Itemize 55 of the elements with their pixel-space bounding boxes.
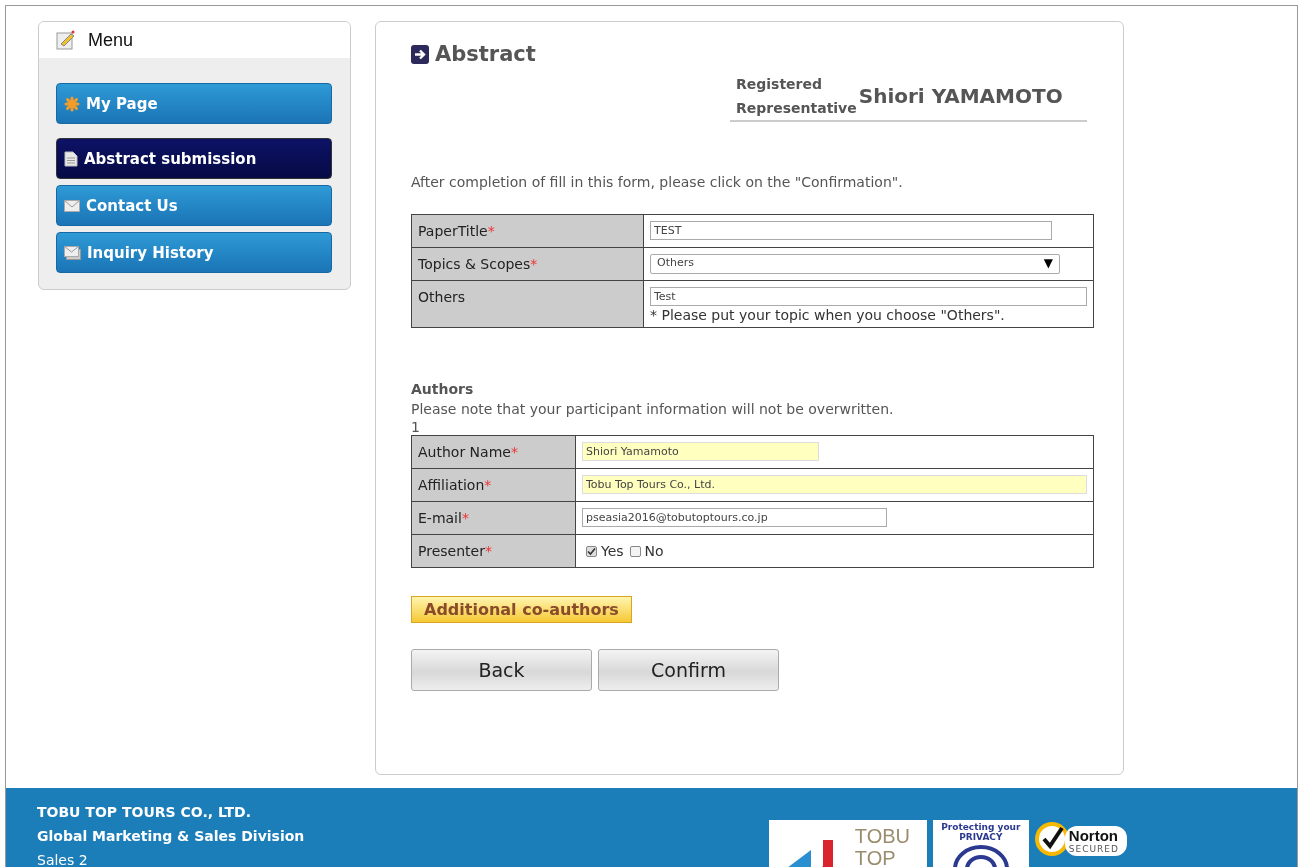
representative-name: Shiori YAMAMOTO <box>858 84 1063 108</box>
logo-text: TOP <box>854 847 897 867</box>
logo-text: Norton <box>1068 828 1119 844</box>
field-label: Author Name <box>418 444 511 460</box>
seal-emblem-icon <box>952 843 1009 867</box>
field-note: * Please put your topic when you choose "Others". <box>650 307 1006 323</box>
text-field[interactable]: Test <box>650 287 1087 306</box>
checkbox-label: No <box>644 543 664 559</box>
field-label: Topics & Scopes <box>418 256 531 272</box>
menu-title: Menu <box>88 29 134 51</box>
menu-item[interactable]: My Page <box>56 83 332 124</box>
topic-dropdown[interactable]: Others ▼ <box>650 254 1060 274</box>
field-label: PaperTitle <box>418 223 488 239</box>
field-label: Presenter <box>418 543 485 559</box>
document-icon <box>64 150 78 167</box>
footer-text: TOBU TOP TOURS CO., LTD. <box>37 803 252 822</box>
seal-text: Protecting your PRIVACY <box>940 822 1022 842</box>
author-number: 1 <box>411 419 421 435</box>
text-field[interactable]: Tobu Top Tours Co., Ltd. <box>582 475 1087 494</box>
envelopes-icon <box>64 245 81 260</box>
checkbox[interactable] <box>586 545 597 557</box>
representative-label: Registered <box>736 75 824 94</box>
required-mark: * <box>510 444 518 460</box>
required-mark: * <box>530 256 538 272</box>
instruction-text: After completion of fill in this form, please click on the "Confirmation". <box>411 174 904 190</box>
checkbox[interactable] <box>629 545 641 557</box>
required-mark: * <box>461 510 469 526</box>
add-co-authors-button[interactable]: Additional co-authors <box>411 596 632 623</box>
menu-item[interactable]: Abstract submission <box>56 138 332 179</box>
arrow-right-icon <box>411 44 429 64</box>
form-button[interactable]: Confirm <box>598 649 779 691</box>
menu-item[interactable]: Inquiry History <box>56 232 332 273</box>
logo-text: TOBU <box>854 825 911 847</box>
footer-text: Global Marketing & Sales Division <box>37 827 305 846</box>
checkbox-label: Yes <box>601 543 624 559</box>
representative-label: Representative <box>736 99 857 118</box>
required-mark: * <box>484 543 492 559</box>
text-field[interactable]: pseasia2016@tobutoptours.co.jp <box>582 508 887 527</box>
required-mark: * <box>487 223 495 239</box>
asterisk-icon <box>64 95 80 112</box>
field-label: Others <box>418 289 466 305</box>
text-field[interactable]: TEST <box>650 221 1052 240</box>
field-label: E-mail <box>418 510 462 526</box>
required-mark: * <box>484 477 492 493</box>
menu-item[interactable]: Contact Us <box>56 185 332 226</box>
memo-pencil-icon <box>56 30 76 50</box>
authors-heading: Authors <box>411 381 475 397</box>
field-label: Affiliation <box>418 477 485 493</box>
authors-note: Please note that your participant information will not be overwritten. <box>411 401 895 417</box>
page-title: Abstract <box>435 42 536 66</box>
text-field[interactable]: Shiori Yamamoto <box>582 442 819 461</box>
form-button[interactable]: Back <box>411 649 592 691</box>
footer-text: Sales 2 <box>37 851 89 867</box>
logo-text: SECURED <box>1068 844 1119 854</box>
envelope-icon <box>64 199 80 212</box>
